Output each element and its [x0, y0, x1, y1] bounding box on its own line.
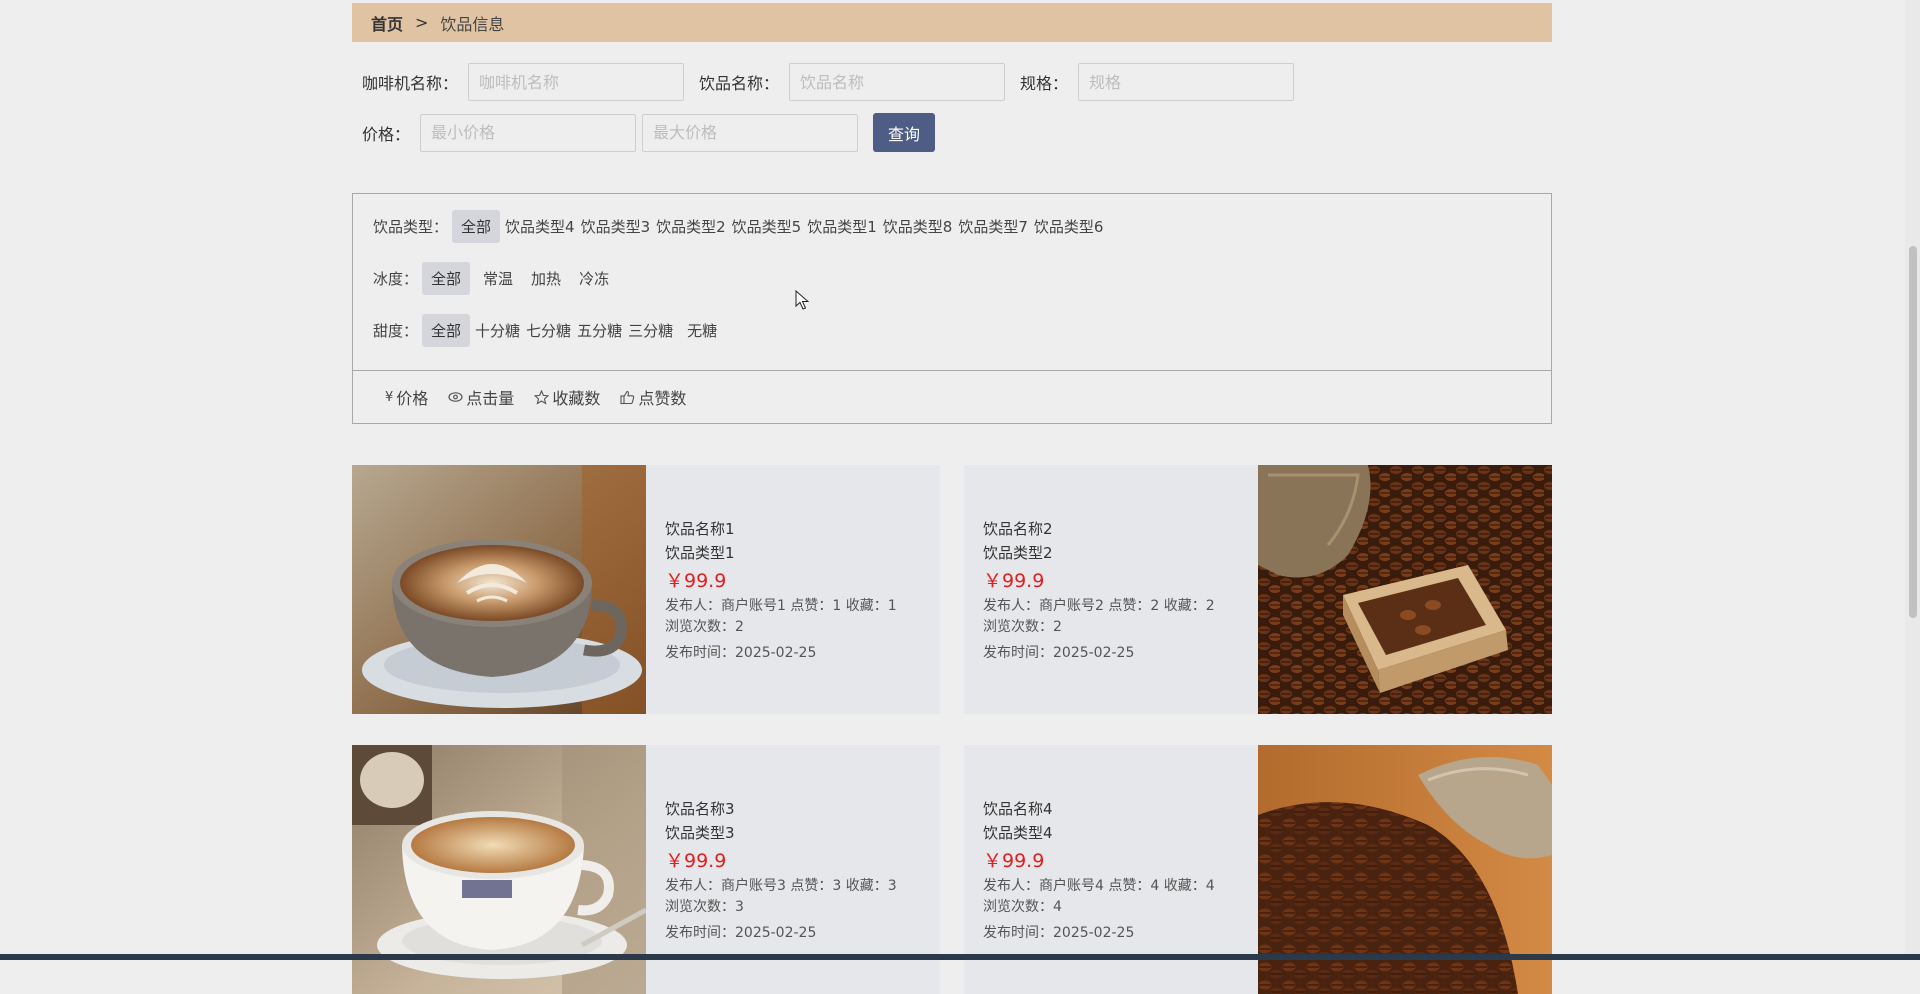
coffee-beans-box-image: [1258, 465, 1552, 714]
machine-name-label: 咖啡机名称：: [362, 74, 459, 93]
sort-clicks-label: 点击量: [466, 389, 515, 408]
product-price: ￥99.9: [983, 850, 1045, 872]
search-row-2: 价格： 查询: [352, 113, 936, 152]
ice-chip[interactable]: 冷冻: [570, 262, 618, 295]
product-card[interactable]: 饮品名称2 饮品类型2 ￥99.9 发布人：商户账号2 点赞：2 收藏：2 浏览…: [964, 465, 1552, 714]
sort-clicks[interactable]: 点击量: [448, 385, 514, 409]
sort-likes[interactable]: 点赞数: [620, 385, 686, 409]
price-label: 价格：: [362, 124, 411, 144]
product-type: 饮品类型4: [983, 824, 1053, 842]
breadcrumb-home[interactable]: 首页: [371, 11, 403, 35]
mouse-cursor-icon: [795, 290, 809, 310]
sweet-chip[interactable]: 十分糖: [474, 314, 521, 347]
drink-name-label: 饮品名称：: [699, 74, 780, 93]
thumbs-up-icon: [620, 390, 635, 404]
product-name[interactable]: 饮品名称2: [983, 517, 1253, 541]
sweet-chip[interactable]: 无糖: [678, 314, 726, 347]
product-type: 饮品类型2: [983, 544, 1053, 562]
type-chip-all[interactable]: 全部: [452, 210, 501, 243]
product-views: 浏览次数：4: [983, 899, 1062, 915]
product-info: 饮品名称2 饮品类型2 ￥99.9 发布人：商户账号2 点赞：2 收藏：2 浏览…: [983, 517, 1253, 664]
product-meta: 发布人：商户账号1 点赞：1 收藏：1: [665, 598, 897, 614]
product-meta: 发布人：商户账号2 点赞：2 收藏：2: [983, 598, 1215, 614]
product-time: 发布时间：2025-02-25: [665, 645, 817, 661]
ice-chip[interactable]: 常温: [474, 262, 522, 295]
ice-filter-row: 冰度： 全部 常温 加热 冷冻: [373, 262, 618, 295]
ice-filter-label: 冰度：: [373, 270, 419, 288]
breadcrumb: 首页 > 饮品信息: [352, 3, 1552, 42]
type-chip[interactable]: 饮品类型1: [806, 210, 878, 243]
type-chip[interactable]: 饮品类型7: [957, 210, 1029, 243]
product-name[interactable]: 饮品名称1: [665, 517, 935, 541]
sort-price-label: 价格: [396, 389, 429, 408]
sort-favorites-label: 收藏数: [552, 389, 601, 408]
product-price: ￥99.9: [665, 570, 727, 592]
sweet-filter-label: 甜度：: [373, 322, 419, 340]
type-chip[interactable]: 饮品类型4: [504, 210, 576, 243]
scrollbar-thumb[interactable]: [1909, 246, 1917, 618]
breadcrumb-current: 饮品信息: [440, 14, 505, 34]
sort-likes-label: 点赞数: [638, 389, 687, 408]
star-icon: [534, 389, 550, 405]
sort-price[interactable]: ¥ 价格: [385, 385, 428, 409]
product-name[interactable]: 饮品名称4: [983, 797, 1253, 821]
product-time: 发布时间：2025-02-25: [983, 645, 1135, 661]
ice-chip[interactable]: 加热: [522, 262, 570, 295]
product-info: 饮品名称4 饮品类型4 ￥99.9 发布人：商户账号4 点赞：4 收藏：4 浏览…: [983, 797, 1253, 944]
machine-name-input[interactable]: [468, 63, 685, 101]
sort-favorites[interactable]: 收藏数: [534, 385, 600, 409]
taskbar-edge: [0, 954, 1920, 960]
product-info: 饮品名称3 饮品类型3 ￥99.9 发布人：商户账号3 点赞：3 收藏：3 浏览…: [665, 797, 935, 944]
type-chip[interactable]: 饮品类型2: [655, 210, 727, 243]
latte-art-cup-image: [352, 465, 646, 714]
max-price-input[interactable]: [642, 113, 859, 152]
ice-chip-all[interactable]: 全部: [422, 262, 471, 295]
type-chip[interactable]: 饮品类型8: [882, 210, 954, 243]
sweet-chip[interactable]: 五分糖: [576, 314, 623, 347]
spec-input[interactable]: [1078, 63, 1295, 101]
eye-icon: [448, 392, 463, 402]
page-scrollbar[interactable]: [1905, 0, 1920, 960]
product-price: ￥99.9: [665, 850, 727, 872]
sweet-chip-all[interactable]: 全部: [422, 314, 471, 347]
search-row-1: 咖啡机名称： 饮品名称： 规格：: [352, 63, 1295, 101]
sweet-filter-row: 甜度： 全部 十分糖 七分糖 五分糖 三分糖 无糖: [373, 314, 726, 347]
min-price-input[interactable]: [420, 113, 637, 152]
sort-bar: ¥ 价格 点击量 收藏数 点赞数: [352, 370, 1552, 424]
product-meta: 发布人：商户账号3 点赞：3 收藏：3: [665, 878, 897, 894]
product-time: 发布时间：2025-02-25: [983, 925, 1135, 941]
product-price: ￥99.9: [983, 570, 1045, 592]
sweet-chip[interactable]: 七分糖: [525, 314, 572, 347]
product-views: 浏览次数：3: [665, 899, 744, 915]
product-views: 浏览次数：2: [983, 619, 1062, 635]
type-filter-label: 饮品类型：: [373, 218, 449, 236]
drink-name-input[interactable]: [789, 63, 1006, 101]
product-type: 饮品类型3: [665, 824, 735, 842]
type-chip[interactable]: 饮品类型3: [580, 210, 652, 243]
product-meta: 发布人：商户账号4 点赞：4 收藏：4: [983, 878, 1215, 894]
search-button[interactable]: 查询: [873, 113, 936, 152]
breadcrumb-separator: >: [415, 13, 429, 32]
product-type: 饮品类型1: [665, 544, 735, 562]
product-time: 发布时间：2025-02-25: [665, 925, 817, 941]
type-chip[interactable]: 饮品类型6: [1033, 210, 1105, 243]
type-filter-row: 饮品类型： 全部 饮品类型4 饮品类型3 饮品类型2 饮品类型5 饮品类型1 饮…: [373, 210, 1108, 243]
product-info: 饮品名称1 饮品类型1 ￥99.9 发布人：商户账号1 点赞：1 收藏：1 浏览…: [665, 517, 935, 664]
product-views: 浏览次数：2: [665, 619, 744, 635]
type-chip[interactable]: 饮品类型5: [731, 210, 803, 243]
product-name[interactable]: 饮品名称3: [665, 797, 935, 821]
sweet-chip[interactable]: 三分糖: [627, 314, 674, 347]
yen-icon: ¥: [385, 389, 394, 405]
filter-panel: 饮品类型： 全部 饮品类型4 饮品类型3 饮品类型2 饮品类型5 饮品类型1 饮…: [352, 193, 1552, 370]
product-card[interactable]: 饮品名称1 饮品类型1 ￥99.9 发布人：商户账号1 点赞：1 收藏：1 浏览…: [352, 465, 940, 714]
spec-label: 规格：: [1020, 74, 1069, 93]
